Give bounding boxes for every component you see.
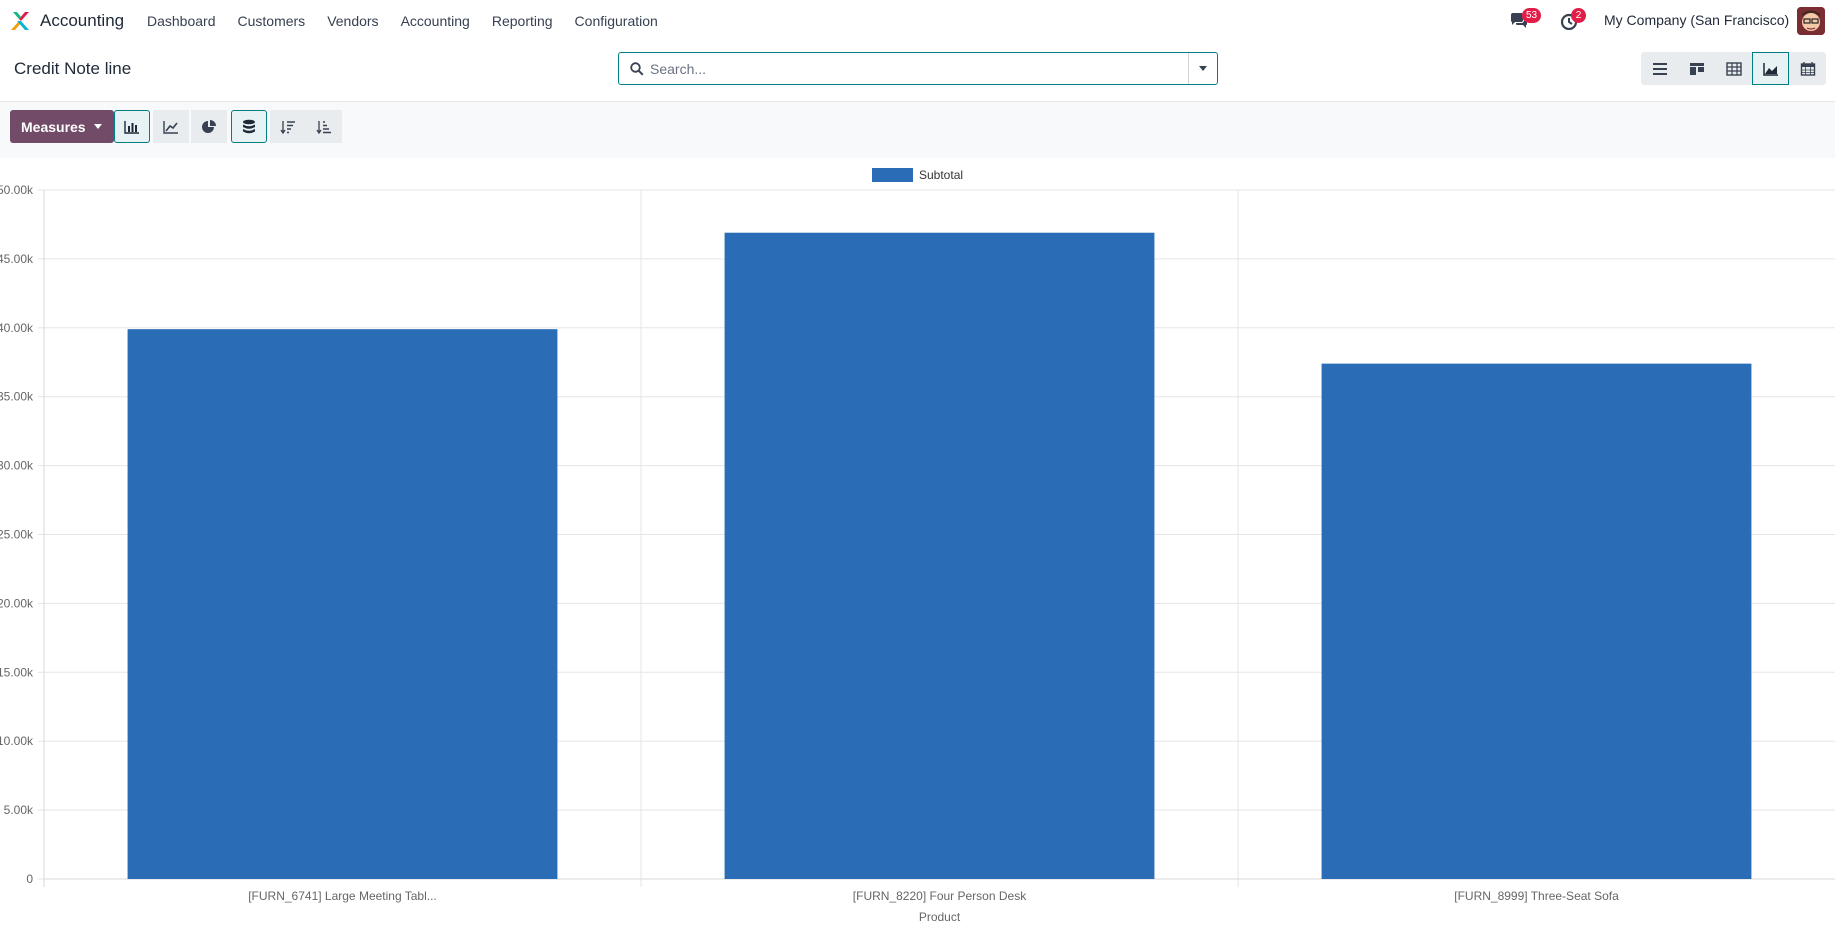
calendar-view-button[interactable] xyxy=(1789,52,1826,85)
menu-configuration[interactable]: Configuration xyxy=(564,0,669,42)
messages-badge: 53 xyxy=(1522,8,1542,23)
sort-descending-icon xyxy=(280,120,295,134)
legend-swatch xyxy=(872,168,913,182)
page-title: Credit Note line xyxy=(14,59,132,78)
sort-ascending-button[interactable] xyxy=(306,110,342,143)
app-logo-icon[interactable] xyxy=(8,9,32,33)
measures-label: Measures xyxy=(21,118,86,135)
legend-label: Subtotal xyxy=(919,168,963,182)
measures-dropdown-button[interactable]: Measures xyxy=(10,110,114,143)
pivot-view-button[interactable] xyxy=(1715,52,1752,85)
chevron-down-icon xyxy=(1199,66,1207,71)
y-tick-label: 20.00k xyxy=(0,596,34,610)
app-name[interactable]: Accounting xyxy=(40,11,124,31)
bar-chart-icon xyxy=(124,120,139,134)
search-options-toggle[interactable] xyxy=(1188,53,1217,84)
kanban-icon xyxy=(1689,62,1704,75)
line-chart-button[interactable] xyxy=(153,110,189,143)
activities-badge: 2 xyxy=(1571,8,1586,23)
main-menu: Dashboard Customers Vendors Accounting R… xyxy=(136,0,669,42)
y-tick-label: 10.00k xyxy=(0,734,34,748)
y-tick-label: 30.00k xyxy=(0,459,34,473)
y-tick-label: 15.00k xyxy=(0,665,34,679)
menu-customers[interactable]: Customers xyxy=(227,0,317,42)
x-axis-title: Product xyxy=(919,910,961,924)
menu-accounting[interactable]: Accounting xyxy=(390,0,481,42)
y-tick-label: 0 xyxy=(26,872,33,886)
bar xyxy=(724,232,1155,879)
menu-vendors[interactable]: Vendors xyxy=(316,0,389,42)
search-box[interactable] xyxy=(618,52,1218,85)
graph-chart: 0 5.00k 10.00k 15.00k 20.00k 25.00k 30.00k 35.0… xyxy=(0,158,1835,929)
sort-descending-button[interactable] xyxy=(270,110,306,143)
user-avatar[interactable] xyxy=(1797,7,1825,35)
y-tick-label: 45.00k xyxy=(0,252,34,266)
pie-chart-icon xyxy=(202,119,216,133)
avatar-face-icon xyxy=(1797,7,1825,35)
menu-reporting[interactable]: Reporting xyxy=(481,0,564,42)
x-tick-label: [FURN_8999] Three-Seat Sofa xyxy=(1454,889,1619,903)
stacked-toggle-button[interactable] xyxy=(231,110,267,143)
graph-toolbar: Measures xyxy=(0,102,1835,158)
search-input[interactable] xyxy=(650,58,1180,80)
graph-view-button[interactable] xyxy=(1752,52,1789,85)
bar-chart-svg: 0 5.00k 10.00k 15.00k 20.00k 25.00k 30.00k 35.0… xyxy=(0,168,1835,924)
x-tick-label: [FURN_6741] Large Meeting Tabl... xyxy=(248,889,437,903)
view-switcher xyxy=(1641,52,1826,85)
bar xyxy=(1321,363,1752,879)
graph-icon xyxy=(1762,62,1778,76)
y-tick-label: 35.00k xyxy=(0,390,34,404)
search-icon xyxy=(630,62,644,76)
menu-dashboard[interactable]: Dashboard xyxy=(136,0,227,42)
list-view-button[interactable] xyxy=(1641,52,1678,85)
y-tick-label: 5.00k xyxy=(4,803,34,817)
list-icon xyxy=(1652,62,1667,75)
pivot-icon xyxy=(1725,61,1742,76)
y-tick-label: 40.00k xyxy=(0,321,34,335)
line-chart-icon xyxy=(163,120,178,134)
x-tick-label: [FURN_8220] Four Person Desk xyxy=(853,889,1027,903)
y-tick-label: 50.00k xyxy=(0,183,34,197)
pie-chart-button[interactable] xyxy=(191,110,227,143)
chevron-down-icon xyxy=(93,124,102,129)
kanban-view-button[interactable] xyxy=(1678,52,1715,85)
calendar-icon xyxy=(1800,61,1815,76)
stacked-icon xyxy=(243,119,255,133)
control-panel: Credit Note line xyxy=(0,42,1835,102)
y-tick-label: 25.00k xyxy=(0,528,34,542)
bar xyxy=(127,329,558,879)
company-switcher[interactable]: My Company (San Francisco) xyxy=(1604,12,1789,28)
top-navbar: Accounting Dashboard Customers Vendors A… xyxy=(0,0,1835,42)
sort-ascending-icon xyxy=(316,120,331,134)
bar-chart-button[interactable] xyxy=(114,110,150,143)
